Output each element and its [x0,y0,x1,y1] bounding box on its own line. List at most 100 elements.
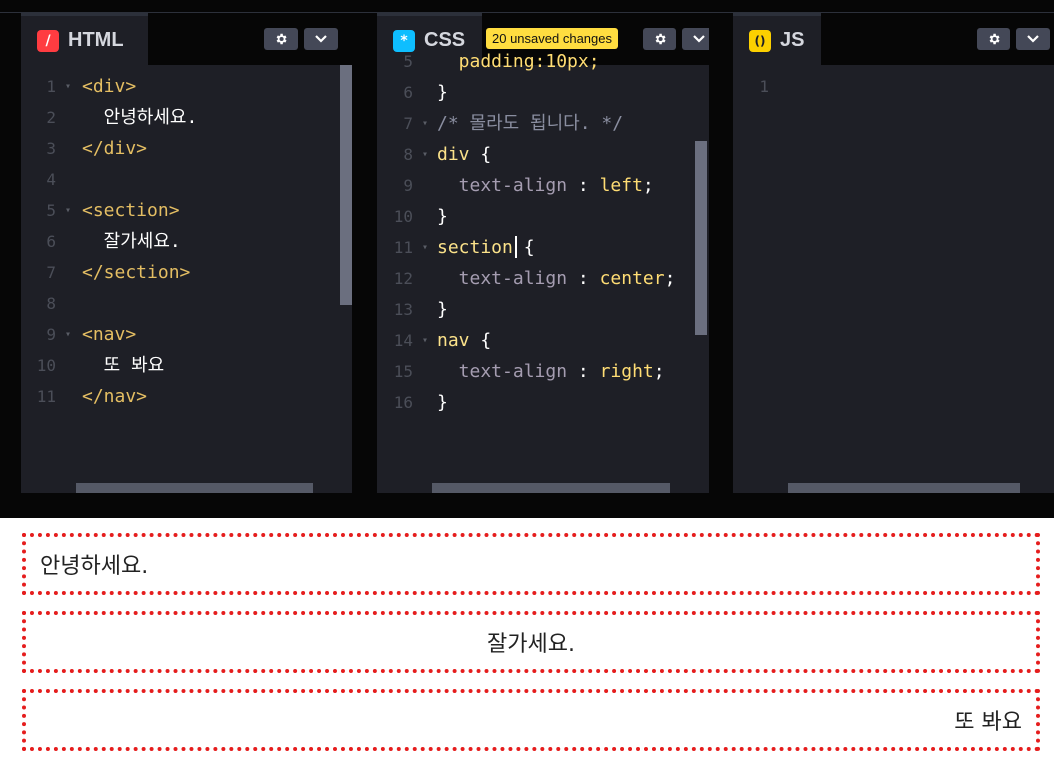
js-settings-button[interactable] [977,28,1010,50]
line-number: 2 [46,108,56,127]
html-horizontal-scrollbar[interactable] [76,483,313,493]
line-number: 5 [403,52,413,71]
js-tab-label: JS [780,29,805,51]
code-token: left [599,175,643,196]
code-line[interactable]: 3 </div> [21,133,352,164]
code-token: } [437,206,448,227]
code-line[interactable]: 5 ▾ <section> [21,195,352,226]
html-code-editor[interactable]: 1 ▾ <div> 2 안녕하세요. 3 </div> 4 5 ▾ <section> 6 잘가세요… [21,65,352,493]
html-settings-button[interactable] [264,28,298,50]
line-number: 13 [393,300,413,319]
chevron-down-icon [315,35,327,43]
text-cursor [515,236,517,258]
chevron-down-icon [1027,35,1039,43]
html-vertical-scrollbar[interactable] [340,65,352,305]
code-line[interactable]: 9 text-align : left; [377,170,709,201]
result-preview: 안녕하세요. 잘가세요. 또 봐요 [0,518,1054,758]
code-line[interactable]: 8 ▾ div { [377,139,709,170]
line-number: 1 [46,77,56,96]
code-text: </div> [82,133,147,164]
fold-arrow-icon[interactable]: ▾ [65,195,71,226]
code-line[interactable]: 6 잘가세요. [21,226,352,257]
css-vertical-scrollbar[interactable] [695,141,707,335]
code-line[interactable]: 10} [377,201,709,232]
code-line[interactable]: 10 또 봐요 [21,350,352,381]
code-line[interactable]: 9 ▾ <nav> [21,319,352,350]
js-logo-icon: () [749,29,771,52]
code-token: right [599,361,654,382]
html-panel-header: / HTML [21,13,352,65]
js-horizontal-scrollbar[interactable] [788,483,1020,493]
fold-arrow-icon[interactable]: ▾ [422,139,428,170]
code-token: <section> [82,200,180,221]
css-horizontal-scrollbar[interactable] [432,483,670,493]
code-line[interactable]: 1 ▾ <div> [21,71,352,102]
code-token: : [567,361,600,382]
gear-icon [989,33,1000,45]
line-number: 4 [46,170,56,189]
code-line[interactable]: 4 [21,164,352,195]
js-panel-header: () JS [733,13,1054,65]
js-code-editor[interactable]: 1 [733,65,1054,493]
code-token: { [469,330,492,351]
code-text: 잘가세요. [82,226,181,257]
result-section-text: 잘가세요. [487,632,575,657]
line-number: 8 [403,145,413,164]
code-line[interactable]: 5 padding:10px; [377,46,709,77]
code-line[interactable]: 6} [377,77,709,108]
editor-area: / HTML 1 ▾ <div> 2 안녕하세요. 3 </div> 4 5 ▾ <section… [0,0,1054,518]
result-nav-text: 또 봐요 [954,710,1022,735]
line-number: 6 [46,232,56,251]
line-number: 7 [46,263,56,282]
code-token: } [437,299,448,320]
chevron-down-icon [693,35,705,43]
code-token: text-align [437,175,568,196]
line-number: 9 [46,325,56,344]
code-token: : [567,175,600,196]
html-options-dropdown[interactable] [304,28,338,50]
line-number: 15 [393,362,413,381]
code-token: </nav> [82,386,148,407]
code-line[interactable]: 7 </section> [21,257,352,288]
js-editor-panel[interactable]: () JS 1 [733,13,1054,493]
fold-arrow-icon[interactable]: ▾ [422,232,428,263]
code-line[interactable]: 16} [377,387,709,418]
result-section-box: 잘가세요. [22,611,1040,673]
css-code-editor[interactable]: 5 padding:10px; 6} 7 ▾ /* 몰라도 됩니다. */ 8 ▾ div {… [377,51,709,493]
code-line[interactable]: 14 ▾ nav { [377,325,709,356]
code-line[interactable]: 1 [733,71,1054,102]
html-tab[interactable]: / HTML [21,13,148,65]
fold-arrow-icon[interactable]: ▾ [422,108,428,139]
code-line[interactable]: 12 text-align : center; [377,263,709,294]
code-line[interactable]: 13} [377,294,709,325]
fold-arrow-icon[interactable]: ▾ [422,325,428,356]
css-editor-panel[interactable]: * CSS 20 unsaved changes 5 padding:10px;… [377,13,709,493]
code-text: section { [437,232,535,263]
code-text: /* 몰라도 됩니다. */ [437,108,623,139]
code-token: text-align [437,268,568,289]
code-line[interactable]: 15 text-align : right; [377,356,709,387]
line-number: 12 [393,269,413,288]
html-editor-panel[interactable]: / HTML 1 ▾ <div> 2 안녕하세요. 3 </div> 4 5 ▾ <section… [21,13,352,493]
js-tab[interactable]: () JS [733,13,821,65]
fold-arrow-icon[interactable]: ▾ [65,319,71,350]
line-number: 10 [393,207,413,226]
code-line[interactable]: 11 </nav> [21,381,352,412]
code-line[interactable]: 7 ▾ /* 몰라도 됩니다. */ [377,108,709,139]
fold-arrow-icon[interactable]: ▾ [65,71,71,102]
code-line[interactable]: 11 ▾ section { [377,232,709,263]
code-token: : [567,268,600,289]
code-line[interactable]: 2 안녕하세요. [21,102,352,133]
code-text: } [437,77,448,108]
code-text: 안녕하세요. [82,102,198,133]
code-token: text-align [437,361,568,382]
code-line[interactable]: 8 [21,288,352,319]
html-tab-label: HTML [68,29,124,51]
js-options-dropdown[interactable] [1016,28,1050,50]
line-number: 3 [46,139,56,158]
code-token: } [437,82,448,103]
line-number: 11 [393,238,413,257]
line-number: 1 [759,77,769,96]
line-number: 8 [46,294,56,313]
code-token: 안녕하세요. [82,107,198,128]
